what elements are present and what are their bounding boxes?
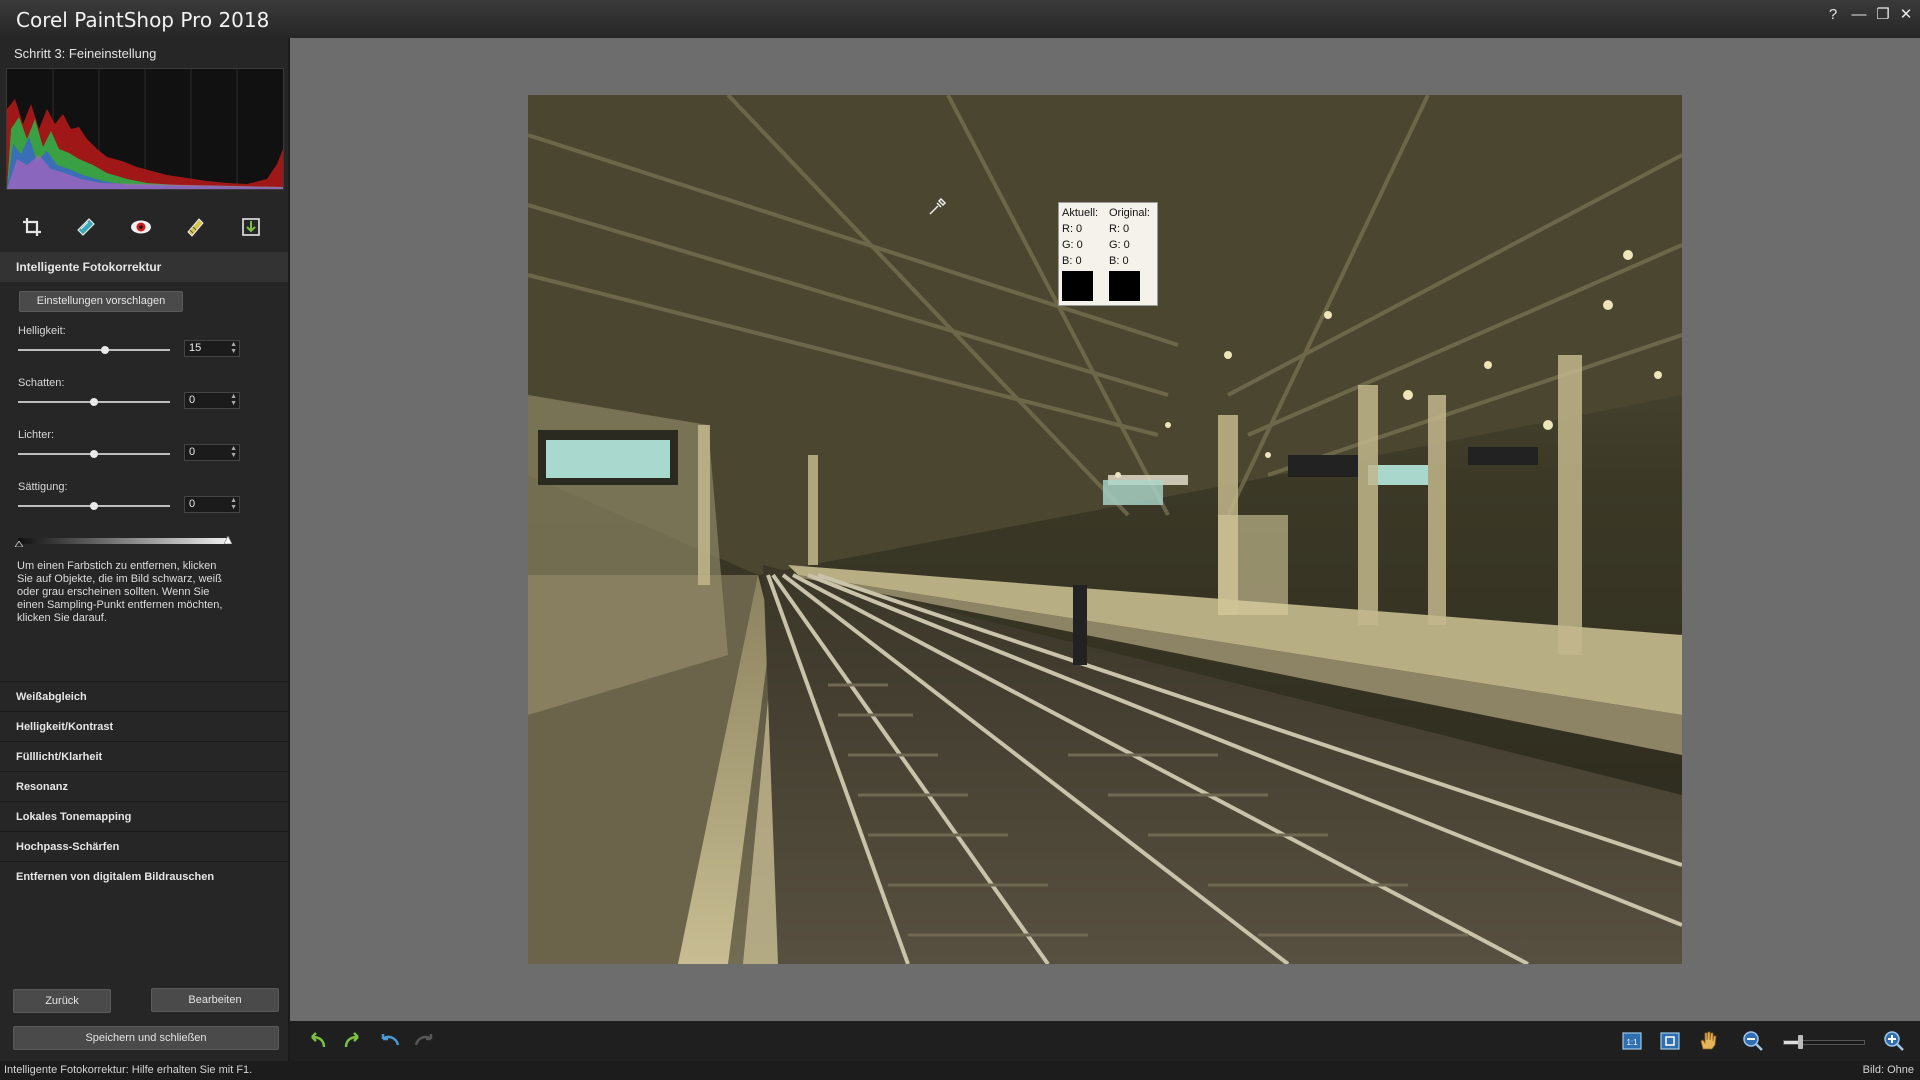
current-color-swatch — [1062, 271, 1093, 301]
saturation-label: Sättigung: — [18, 481, 68, 493]
brightness-slider[interactable] — [18, 346, 170, 354]
accordion-brightness-contrast[interactable]: Helligkeit/Kontrast — [0, 711, 288, 741]
retouch-icon[interactable] — [180, 212, 210, 242]
fit-window-icon[interactable] — [1658, 1029, 1682, 1053]
accordion-label: Helligkeit/Kontrast — [16, 721, 114, 733]
accordion-label: Entfernen von digitalem Bildrauschen — [16, 871, 215, 883]
svg-text:1:1: 1:1 — [1626, 1038, 1638, 1047]
tool-row — [0, 208, 288, 248]
smart-photo-fix-header[interactable]: Intelligente Fotokorrektur — [0, 252, 288, 282]
image-canvas-area[interactable]: Aktuell: R: 0 G: 0 B: 0 Original: R: 0 G… — [290, 38, 1920, 1021]
help-icon[interactable]: ? — [1822, 4, 1844, 26]
save-and-close-button[interactable]: Speichern und schließen — [13, 1026, 279, 1050]
shadows-value: 0 — [189, 394, 196, 406]
highlights-input[interactable]: 0 ▲ ▼ — [184, 444, 240, 461]
highlights-label: Lichter: — [18, 429, 55, 441]
zoom-in-icon[interactable] — [1882, 1029, 1906, 1053]
rotate-right-icon[interactable] — [412, 1029, 436, 1053]
white-point-marker-icon[interactable] — [224, 536, 232, 544]
saturation-input[interactable]: 0 ▲ ▼ — [184, 496, 240, 513]
zoom-slider[interactable] — [1783, 1035, 1865, 1049]
accordion-label: Lokales Tonemapping — [16, 811, 132, 823]
spin-arrows-icon[interactable]: ▲ ▼ — [230, 497, 237, 511]
app-title: Corel PaintShop Pro 2018 — [16, 8, 270, 32]
step-title: Schritt 3: Feineinstellung — [14, 46, 157, 61]
original-label: Original: — [1109, 207, 1150, 219]
bottom-toolbar: 1:1 — [290, 1021, 1920, 1061]
highlights-slider[interactable] — [18, 450, 170, 458]
shadows-label: Schatten: — [18, 377, 65, 389]
redo-icon[interactable] — [340, 1029, 364, 1053]
resize-icon[interactable] — [236, 212, 266, 242]
current-r-value: R: 0 — [1062, 223, 1083, 235]
accordion-digital-noise-removal[interactable]: Entfernen von digitalem Bildrauschen — [0, 861, 288, 891]
accordion-high-pass-sharpen[interactable]: Hochpass-Schärfen — [0, 831, 288, 861]
histogram — [6, 68, 284, 190]
pan-hand-icon[interactable] — [1696, 1029, 1720, 1053]
current-label: Aktuell: — [1062, 207, 1099, 219]
original-r-value: R: 0 — [1109, 223, 1130, 235]
status-bar: Intelligente Fotokorrektur: Hilfe erhalt… — [0, 1061, 1920, 1080]
original-b-value: B: 0 — [1109, 255, 1129, 267]
suggest-settings-button[interactable]: Einstellungen vorschlagen — [19, 291, 183, 312]
saturation-slider[interactable] — [18, 502, 170, 510]
highlights-value: 0 — [189, 446, 196, 458]
accordion-fill-light-clarity[interactable]: Fülllicht/Klarheit — [0, 741, 288, 771]
accordion-vibrancy[interactable]: Resonanz — [0, 771, 288, 801]
saturation-value: 0 — [189, 498, 196, 510]
zoom-slider-thumb[interactable] — [1798, 1035, 1803, 1049]
current-g-value: G: 0 — [1062, 239, 1083, 251]
slider-thumb[interactable] — [90, 502, 98, 510]
spin-arrows-icon[interactable]: ▲ ▼ — [230, 445, 237, 459]
eyedropper-cursor-icon — [929, 197, 947, 215]
zoom-out-icon[interactable] — [1741, 1029, 1765, 1053]
spin-arrows-icon[interactable]: ▲ ▼ — [230, 393, 237, 407]
shadows-input[interactable]: 0 ▲ ▼ — [184, 392, 240, 409]
image-info-text: Bild: Ohne — [1862, 1064, 1914, 1076]
brightness-label: Helligkeit: — [18, 325, 66, 337]
brightness-value: 15 — [189, 342, 202, 354]
actual-size-icon[interactable]: 1:1 — [1620, 1029, 1644, 1053]
adjust-panel: Schritt 3: Feineinstellung Intelligente … — [0, 38, 290, 1061]
close-icon[interactable]: ✕ — [1895, 4, 1917, 26]
shadows-slider[interactable] — [18, 398, 170, 406]
accordion-label: Hochpass-Schärfen — [16, 841, 120, 853]
original-color-swatch — [1109, 271, 1140, 301]
current-b-value: B: 0 — [1062, 255, 1082, 267]
restore-icon[interactable]: ❐ — [1872, 4, 1894, 26]
red-eye-icon[interactable] — [126, 212, 156, 242]
accordion-label: Resonanz — [16, 781, 68, 793]
black-white-gradient-bar[interactable] — [15, 536, 232, 547]
undo-icon[interactable] — [306, 1029, 330, 1053]
back-button[interactable]: Zurück — [13, 989, 111, 1013]
color-cast-help-text: Um einen Farbstich zu entfernen, klicken… — [17, 560, 223, 624]
slider-thumb[interactable] — [90, 450, 98, 458]
brightness-input[interactable]: 15 ▲ ▼ — [184, 340, 240, 357]
section-title: Intelligente Fotokorrektur — [16, 260, 162, 274]
slider-thumb[interactable] — [90, 398, 98, 406]
original-g-value: G: 0 — [1109, 239, 1130, 251]
spin-arrows-icon[interactable]: ▲ ▼ — [230, 341, 237, 355]
edit-button[interactable]: Bearbeiten — [151, 988, 279, 1012]
accordion-white-balance[interactable]: Weißabgleich — [0, 681, 288, 711]
straighten-icon[interactable] — [71, 212, 101, 242]
rotate-left-icon[interactable] — [378, 1029, 402, 1053]
title-bar: Corel PaintShop Pro 2018 ? — ❐ ✕ — [0, 0, 1920, 38]
status-text: Intelligente Fotokorrektur: Hilfe erhalt… — [4, 1064, 253, 1076]
slider-thumb[interactable] — [100, 346, 109, 354]
accordion-local-tone-mapping[interactable]: Lokales Tonemapping — [0, 801, 288, 831]
accordion-label: Fülllicht/Klarheit — [16, 751, 103, 763]
black-point-marker-icon[interactable] — [15, 541, 23, 547]
minimize-icon[interactable]: — — [1848, 4, 1870, 26]
crop-icon[interactable] — [17, 212, 47, 242]
accordion-label: Weißabgleich — [16, 691, 87, 703]
sampling-point-readout: Aktuell: R: 0 G: 0 B: 0 Original: R: 0 G… — [1058, 202, 1158, 306]
